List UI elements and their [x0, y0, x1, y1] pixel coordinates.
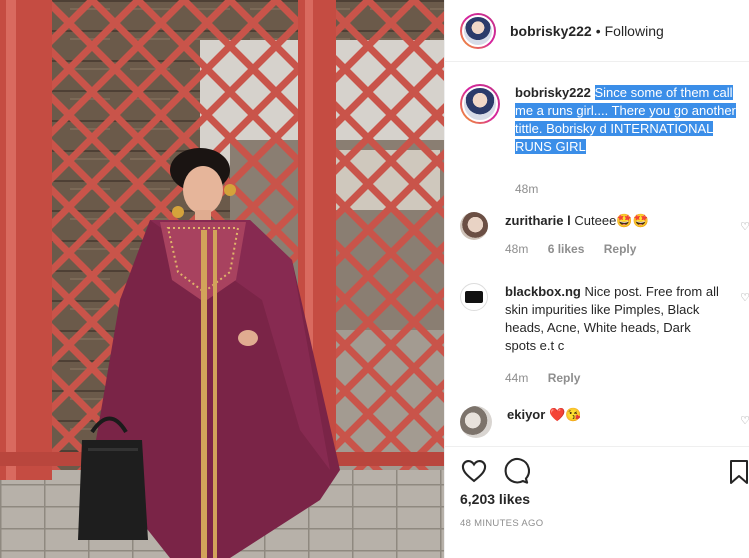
comment-username[interactable]: blackbox.ng — [505, 284, 581, 299]
comment-item: zuritharie l Cuteee🤩🤩 48m 6 likes Reply … — [460, 212, 749, 258]
post-side-panel: bobrisky222 • Following bobrisky222 Sinc… — [444, 0, 749, 558]
caption-time[interactable]: 48m — [515, 182, 538, 196]
comment-text: Cuteee🤩🤩 — [574, 213, 649, 228]
commenter-avatar[interactable] — [460, 283, 488, 311]
comment-username[interactable]: ekiyor — [507, 407, 545, 422]
comment-like-icon[interactable]: ♡ — [740, 220, 749, 233]
caption-username[interactable]: bobrisky222 — [515, 85, 591, 100]
heart-icon[interactable] — [460, 457, 488, 485]
comment-like-icon[interactable]: ♡ — [740, 291, 749, 304]
post-header: bobrisky222 • Following — [445, 0, 749, 62]
following-button[interactable]: Following — [605, 23, 664, 39]
comment-item: blackbox.ng Nice post. Free from all ski… — [460, 283, 749, 387]
commenter-avatar[interactable] — [460, 212, 488, 240]
post-timestamp[interactable]: 48 MINUTES AGO — [460, 518, 543, 529]
reply-button[interactable]: Reply — [604, 242, 637, 256]
post-actions: 6,203 likes 48 MINUTES AGO — [445, 446, 749, 558]
author-username[interactable]: bobrisky222 — [510, 23, 592, 39]
post-photo-illustration — [0, 0, 444, 558]
likes-count[interactable]: 6,203 likes — [460, 491, 530, 507]
author-avatar[interactable] — [460, 12, 496, 49]
post-photo[interactable] — [0, 0, 444, 558]
comment-likes[interactable]: 6 likes — [548, 242, 585, 256]
comment-username[interactable]: zuritharie l — [505, 213, 571, 228]
comment-like-icon[interactable]: ♡ — [740, 414, 749, 427]
caption-avatar[interactable] — [460, 84, 500, 124]
comment-icon[interactable] — [502, 457, 530, 485]
comment-time[interactable]: 48m — [505, 242, 528, 256]
comment-text: ❤️😘 — [548, 407, 582, 422]
comment-time[interactable]: 44m — [505, 371, 528, 385]
reply-button[interactable]: Reply — [548, 371, 581, 385]
comment-item: ekiyor ❤️😘 ♡ — [460, 406, 749, 438]
commenter-avatar[interactable] — [460, 406, 492, 438]
bookmark-icon[interactable] — [728, 459, 749, 485]
post-caption: bobrisky222 Since some of them call me a… — [460, 84, 749, 198]
header-separator: • — [595, 22, 601, 39]
